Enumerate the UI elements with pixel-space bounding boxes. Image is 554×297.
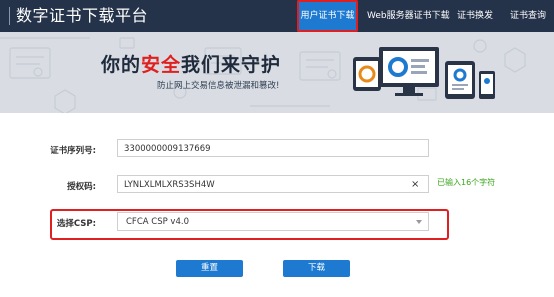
csp-label: 选择CSP:: [56, 219, 96, 229]
nav-user-cert-download[interactable]: 用户证书下载: [297, 0, 358, 32]
headline-prefix: 你的: [101, 54, 142, 76]
csp-select[interactable]: CFCA CSP v4.0: [117, 212, 429, 231]
serial-number-label: 证书序列号:: [50, 146, 96, 156]
brand-divider: [9, 7, 10, 25]
headline-suffix: 我们来守护: [181, 54, 282, 76]
auth-code-label: 授权码:: [67, 182, 96, 192]
top-bar: 数字证书下载平台 用户证书下载 Web服务器证书下载 证书换发 证书查询: [0, 0, 554, 32]
download-button[interactable]: 下载: [283, 260, 350, 277]
reset-button[interactable]: 重置: [176, 260, 243, 277]
serial-number-input[interactable]: 3300000009137669: [117, 139, 429, 157]
csp-selected-value: CFCA CSP v4.0: [126, 217, 189, 227]
clear-input-icon[interactable]: ×: [411, 179, 419, 191]
app-title: 数字证书下载平台: [16, 6, 149, 25]
headline-accent: 安全: [141, 54, 182, 76]
nav-cert-renewal[interactable]: 证书换发: [455, 0, 495, 32]
nav-cert-query[interactable]: 证书查询: [508, 0, 548, 32]
hero-banner: 你的安全我们来守护 防止网上交易信息被泄漏和篡改!: [0, 32, 554, 113]
banner-headline: 你的安全我们来守护: [101, 50, 281, 77]
banner-tagline: 防止网上交易信息被泄漏和篡改!: [157, 81, 280, 91]
auth-code-input[interactable]: LYNLXLMLXRS3SH4W: [117, 175, 429, 193]
nav-web-server-cert-download[interactable]: Web服务器证书下载: [367, 0, 450, 32]
devices-illustration: [353, 47, 495, 99]
auth-code-hint: 已输入16个字符: [437, 178, 496, 187]
download-form: 证书序列号: 3300000009137669 授权码: LYNLXLMLXRS…: [0, 113, 554, 297]
chevron-down-icon: [416, 220, 422, 224]
